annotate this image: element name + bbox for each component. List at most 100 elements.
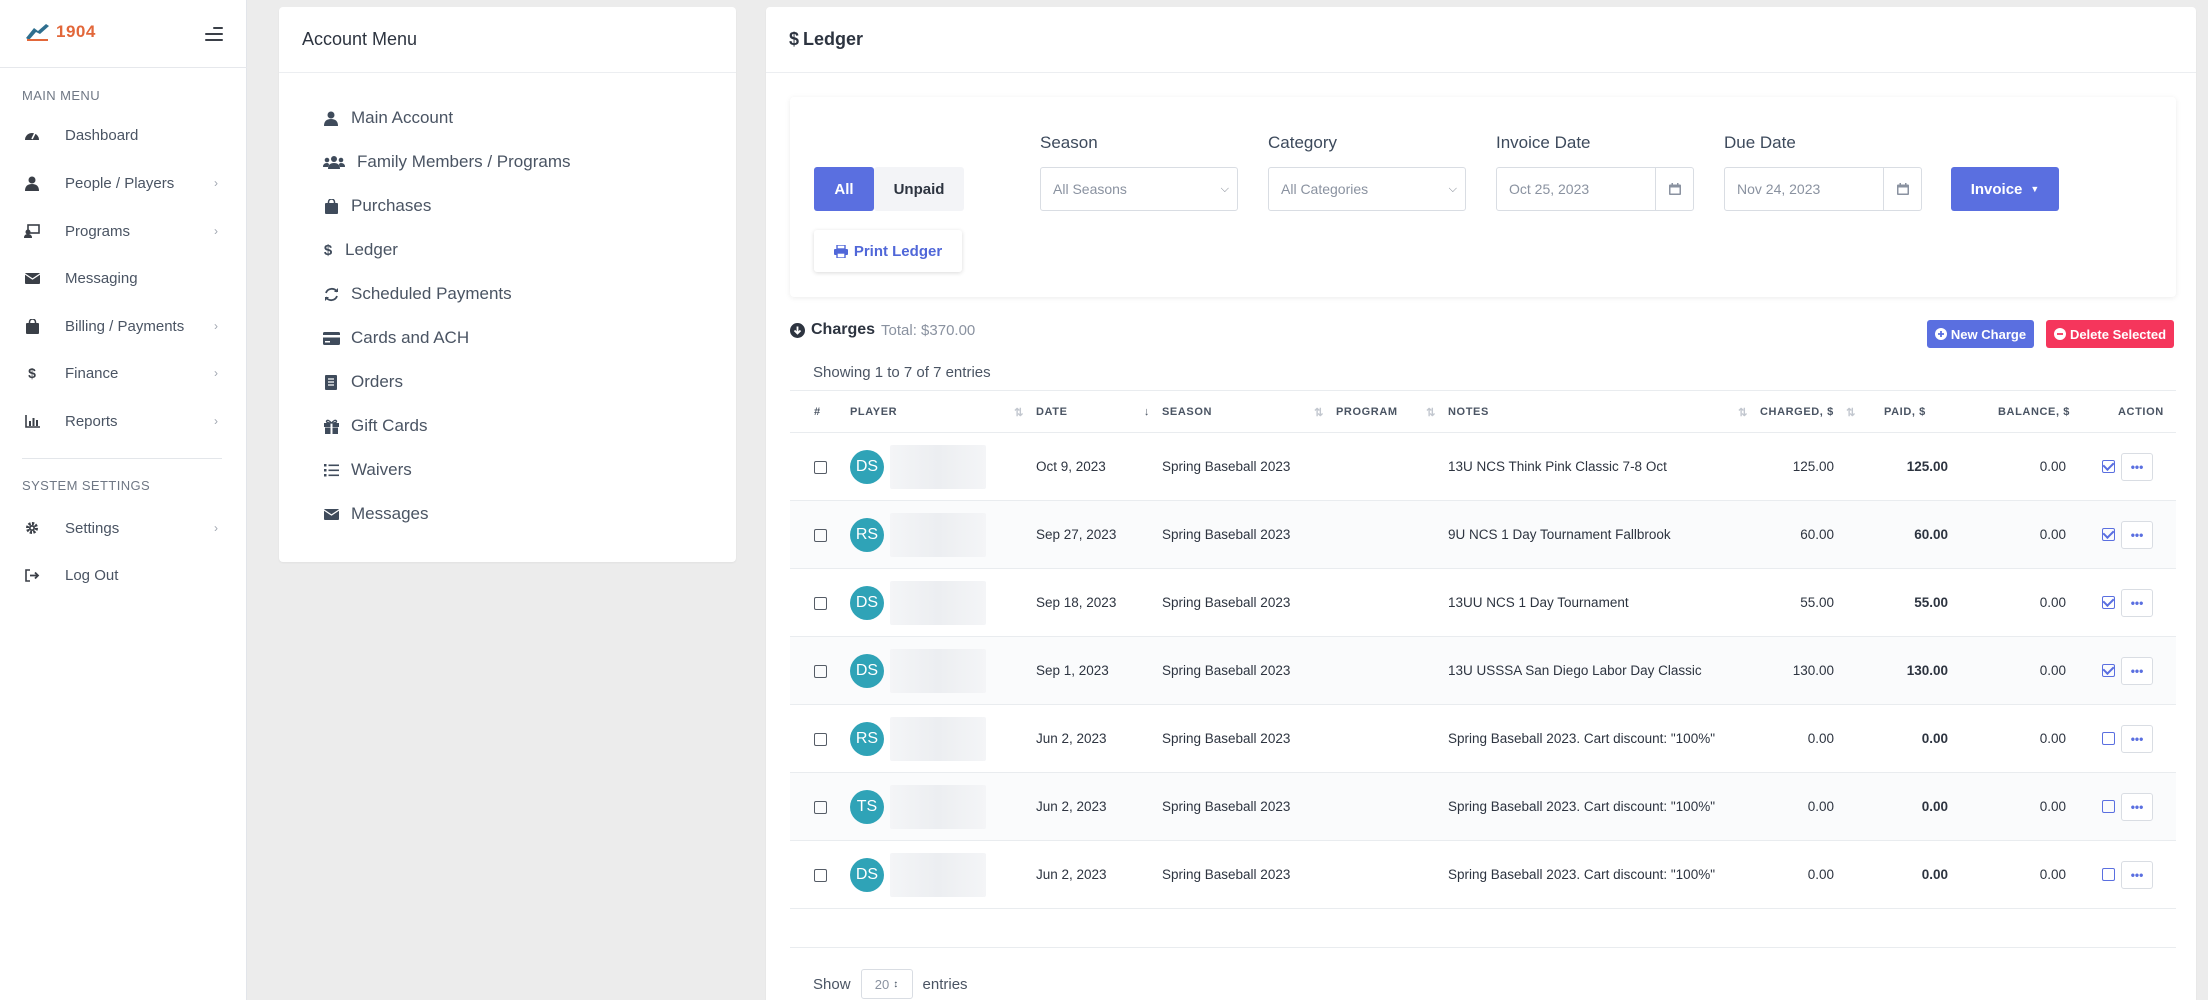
sidebar-item-reports[interactable]: Reports › bbox=[0, 401, 247, 441]
menu-toggle-icon[interactable] bbox=[205, 27, 223, 41]
logo-text: 1904 bbox=[56, 22, 96, 41]
account-menu-item-ledger[interactable]: $ Ledger bbox=[321, 240, 398, 260]
brand-logo[interactable]: 1904 bbox=[24, 22, 96, 42]
player-cell: RS bbox=[850, 704, 1036, 773]
more-actions-button[interactable]: ••• bbox=[2121, 724, 2153, 753]
more-actions-button[interactable]: ••• bbox=[2121, 792, 2153, 821]
calendar-icon[interactable] bbox=[1883, 168, 1921, 210]
sidebar-header: 1904 bbox=[0, 0, 247, 68]
sidebar-item-label: People / Players bbox=[65, 174, 175, 192]
category-select[interactable]: All Categories ⌵ bbox=[1268, 167, 1466, 211]
arrow-circle-down-icon bbox=[790, 322, 805, 338]
program-cell bbox=[1336, 772, 1448, 841]
column-header-charged[interactable]: CHARGED, $ ⇅ bbox=[1760, 390, 1868, 433]
page-length-select[interactable]: 20 ↕ bbox=[860, 969, 913, 999]
notes-cell: 9U NCS 1 Day Tournament Fallbrook bbox=[1448, 500, 1760, 569]
more-actions-button[interactable]: ••• bbox=[2121, 860, 2153, 889]
due-date-input[interactable]: Nov 24, 2023 bbox=[1724, 167, 1922, 211]
program-cell bbox=[1336, 432, 1448, 501]
sidebar-item-messaging[interactable]: Messaging bbox=[0, 258, 247, 298]
date-cell: Oct 9, 2023 bbox=[1036, 432, 1162, 501]
more-actions-button[interactable]: ••• bbox=[2121, 656, 2153, 685]
action-cell: ••• bbox=[2090, 636, 2176, 705]
season-select[interactable]: All Seasons ⌵ bbox=[1040, 167, 1238, 211]
chevron-right-icon: › bbox=[214, 319, 218, 333]
sidebar-item-logout[interactable]: Log Out bbox=[0, 555, 247, 595]
action-checkbox[interactable] bbox=[2102, 596, 2115, 609]
row-select-cell bbox=[790, 500, 850, 569]
sidebar-item-label: Programs bbox=[65, 222, 131, 240]
invoice-dropdown-button[interactable]: Invoice ▼ bbox=[1951, 167, 2059, 211]
delete-selected-button[interactable]: Delete Selected bbox=[2046, 320, 2174, 348]
season-cell: Spring Baseball 2023 bbox=[1162, 500, 1336, 569]
more-actions-button[interactable]: ••• bbox=[2121, 452, 2153, 481]
action-checkbox[interactable] bbox=[2102, 460, 2115, 473]
season-label: Season bbox=[1040, 133, 1098, 152]
filter-all-button[interactable]: All bbox=[814, 167, 874, 211]
account-menu-item-scheduled-payments[interactable]: Scheduled Payments bbox=[321, 284, 512, 304]
row-checkbox[interactable] bbox=[814, 800, 827, 814]
account-menu-item-label: Purchases bbox=[351, 196, 432, 215]
balance-cell: 0.00 bbox=[1970, 636, 2090, 705]
action-checkbox[interactable] bbox=[2102, 868, 2115, 881]
row-checkbox[interactable] bbox=[814, 868, 827, 882]
print-ledger-button[interactable]: Print Ledger bbox=[814, 230, 962, 272]
action-checkbox[interactable] bbox=[2102, 528, 2115, 541]
row-checkbox[interactable] bbox=[814, 732, 827, 746]
sidebar-item-finance[interactable]: $ Finance › bbox=[0, 353, 247, 393]
date-cell: Sep 27, 2023 bbox=[1036, 500, 1162, 569]
filter-unpaid-button[interactable]: Unpaid bbox=[874, 167, 964, 211]
calendar-icon[interactable] bbox=[1655, 168, 1693, 210]
balance-cell: 0.00 bbox=[1970, 772, 2090, 841]
sidebar-item-billing-payments[interactable]: Billing / Payments › bbox=[0, 306, 247, 346]
account-menu-item-purchases[interactable]: Purchases bbox=[321, 196, 431, 216]
account-menu-item-messages[interactable]: Messages bbox=[321, 504, 428, 524]
row-checkbox[interactable] bbox=[814, 664, 827, 678]
user-icon bbox=[22, 176, 42, 191]
column-header-player[interactable]: PLAYER ⇅ bbox=[850, 390, 1036, 433]
account-menu-item-orders[interactable]: Orders bbox=[321, 372, 403, 392]
new-charge-button[interactable]: New Charge bbox=[1927, 320, 2034, 348]
chevron-down-icon: ⌵ bbox=[1220, 182, 1229, 195]
more-actions-button[interactable]: ••• bbox=[2121, 520, 2153, 549]
row-checkbox[interactable] bbox=[814, 596, 827, 610]
account-menu-item-cards-ach[interactable]: Cards and ACH bbox=[321, 328, 469, 348]
season-cell: Spring Baseball 2023 bbox=[1162, 704, 1336, 773]
column-header-season[interactable]: SEASON ⇅ bbox=[1162, 390, 1336, 433]
row-checkbox[interactable] bbox=[814, 460, 827, 474]
delete-selected-label: Delete Selected bbox=[2069, 326, 2167, 342]
avatar: DS bbox=[850, 449, 884, 484]
account-menu-item-label: Main Account bbox=[351, 108, 454, 127]
column-header-date[interactable]: DATE ↓ bbox=[1036, 390, 1162, 433]
ledger-title: Ledger bbox=[803, 29, 864, 49]
action-checkbox[interactable] bbox=[2102, 800, 2115, 813]
account-menu-title: Account Menu bbox=[279, 7, 736, 73]
table-row: DS Sep 18, 2023 Spring Baseball 2023 13UU N… bbox=[790, 568, 2176, 637]
season-cell: Spring Baseball 2023 bbox=[1162, 772, 1336, 841]
sidebar-item-people-players[interactable]: People / Players › bbox=[0, 163, 247, 203]
row-select-cell bbox=[790, 432, 850, 501]
account-menu-item-gift-cards[interactable]: Gift Cards bbox=[321, 416, 428, 436]
column-header-program[interactable]: PROGRAM ⇅ bbox=[1336, 390, 1448, 433]
account-menu-item-waivers[interactable]: Waivers bbox=[321, 460, 412, 480]
account-menu-item-main-account[interactable]: Main Account bbox=[321, 108, 453, 128]
player-cell: DS bbox=[850, 636, 1036, 705]
sidebar-item-dashboard[interactable]: Dashboard bbox=[0, 115, 247, 155]
account-menu-item-family-members[interactable]: Family Members / Programs bbox=[321, 152, 570, 172]
column-header-notes[interactable]: NOTES ⇅ bbox=[1448, 390, 1760, 433]
action-checkbox[interactable] bbox=[2102, 664, 2115, 677]
sidebar-item-settings[interactable]: Settings › bbox=[0, 508, 247, 548]
date-cell: Jun 2, 2023 bbox=[1036, 704, 1162, 773]
account-menu-item-label: Family Members / Programs bbox=[357, 152, 571, 171]
charges-header[interactable]: Charges Total: $370.00 bbox=[790, 321, 975, 339]
season-cell: Spring Baseball 2023 bbox=[1162, 432, 1336, 501]
paid-cell: 60.00 bbox=[1868, 500, 1970, 569]
more-actions-button[interactable]: ••• bbox=[2121, 588, 2153, 617]
row-checkbox[interactable] bbox=[814, 528, 827, 542]
balance-cell: 0.00 bbox=[1970, 568, 2090, 637]
invoice-date-input[interactable]: Oct 25, 2023 bbox=[1496, 167, 1694, 211]
gauge-icon bbox=[22, 128, 42, 142]
table-info: Showing 1 to 7 of 7 entries bbox=[813, 364, 991, 381]
sidebar-item-programs[interactable]: Programs › bbox=[0, 211, 247, 251]
action-checkbox[interactable] bbox=[2102, 732, 2115, 745]
